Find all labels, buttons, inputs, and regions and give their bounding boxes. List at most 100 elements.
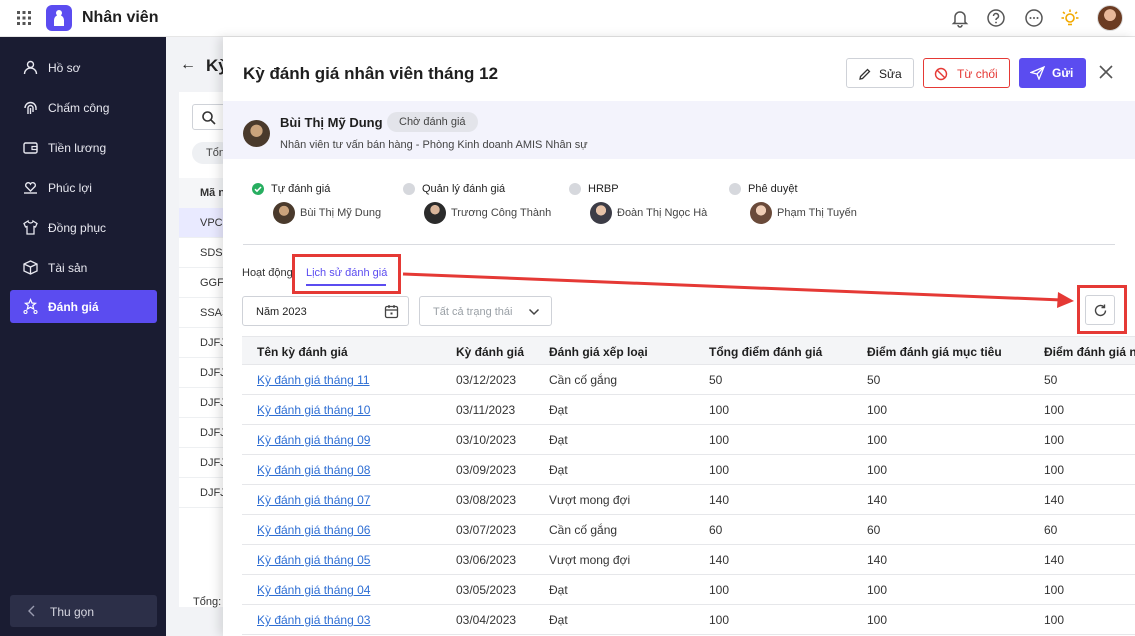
table-cell: Đạt	[549, 583, 568, 597]
status-badge: Chờ đánh giá	[387, 112, 478, 132]
sidebar-item-label: Tài sản	[48, 261, 88, 275]
back-arrow-icon[interactable]: ←	[180, 56, 196, 74]
table-cell: 03/12/2023	[456, 373, 517, 387]
reject-button[interactable]: Từ chối	[923, 58, 1010, 88]
sidebar-item-danh-gia[interactable]: Đánh giá	[10, 290, 157, 323]
sidebar: Hồ sơ Chấm công Tiền lương Phúc lợi Đồng…	[0, 37, 166, 636]
sidebar-item-ho-so[interactable]: Hồ sơ	[10, 51, 157, 84]
edit-button[interactable]: Sửa	[846, 58, 914, 88]
table-cell: 100	[709, 613, 730, 627]
table-row[interactable]: DJFJ	[179, 418, 229, 448]
table-row[interactable]: DJFJ	[179, 328, 229, 358]
tab-hoat-dong[interactable]: Hoạt động	[242, 267, 293, 279]
table-cell: 60	[867, 523, 881, 537]
send-button[interactable]: Gửi	[1019, 58, 1086, 88]
app-title: Nhân viên	[82, 9, 159, 26]
app-grid-icon[interactable]	[17, 11, 31, 25]
table-cell: 100	[1044, 613, 1065, 627]
sidebar-item-cham-cong[interactable]: Chấm công	[10, 91, 157, 124]
table-cell: 140	[1044, 553, 1065, 567]
bell-icon[interactable]	[950, 8, 970, 28]
employee-name: Bùi Thị Mỹ Dung	[280, 115, 383, 130]
table-row[interactable]: DJFJ	[179, 358, 229, 388]
table-row: Kỳ đánh giá tháng 09 03/10/2023 Đạt 100 …	[242, 425, 1135, 455]
edit-label: Sửa	[879, 67, 902, 81]
column-header: Kỳ đánh giá	[456, 345, 525, 359]
evaluation-link[interactable]: Kỳ đánh giá tháng 07	[257, 493, 370, 507]
evaluation-link[interactable]: Kỳ đánh giá tháng 08	[257, 463, 370, 477]
table-row[interactable]: VPCI	[179, 208, 229, 238]
column-header: Tên kỳ đánh giá	[257, 345, 348, 359]
table-cell: Đạt	[549, 613, 568, 627]
sidebar-item-label: Chấm công	[48, 101, 110, 115]
check-circle-icon	[252, 183, 264, 195]
evaluation-link[interactable]: Kỳ đánh giá tháng 06	[257, 523, 370, 537]
evaluation-link[interactable]: Kỳ đánh giá tháng 04	[257, 583, 370, 597]
table-cell: 140	[867, 493, 888, 507]
table-header: Tên kỳ đánh giá Kỳ đánh giá Đánh giá xếp…	[242, 336, 1135, 365]
column-header: Điểm đánh giá mục tiêu	[867, 345, 1002, 359]
table-row[interactable]: DJFJ	[179, 448, 229, 478]
evaluation-link[interactable]: Kỳ đánh giá tháng 09	[257, 433, 370, 447]
table-row[interactable]: GGF	[179, 268, 229, 298]
ban-icon	[934, 67, 948, 81]
table-cell: 140	[709, 493, 730, 507]
sidebar-item-tai-san[interactable]: Tài sản	[10, 251, 157, 284]
chevron-down-icon	[528, 308, 540, 316]
employee-summary: Bùi Thị Mỹ Dung Chờ đánh giá Nhân viên t…	[223, 101, 1135, 159]
table-cell: 140	[867, 553, 888, 567]
collapse-label: Thu gọn	[50, 605, 95, 619]
fingerprint-icon	[24, 101, 37, 114]
table-row[interactable]: SDS2	[179, 238, 229, 268]
table-row[interactable]: SSAS	[179, 298, 229, 328]
table-cell: 100	[867, 403, 888, 417]
highlight-box-history-tab	[292, 254, 401, 294]
sidebar-item-tien-luong[interactable]: Tiền lương	[10, 131, 157, 164]
highlight-box-refresh	[1077, 285, 1127, 334]
table-cell: 03/10/2023	[456, 433, 517, 447]
sidebar-item-dong-phuc[interactable]: Đồng phục	[10, 211, 157, 244]
table-cell: Cần cố gắng	[549, 523, 618, 537]
evaluation-link[interactable]: Kỳ đánh giá tháng 05	[257, 553, 370, 567]
step-person: Đoàn Thị Ngọc Hà	[617, 207, 708, 219]
lightbulb-icon[interactable]	[1060, 8, 1080, 28]
table-row: Kỳ đánh giá tháng 07 03/08/2023 Vượt mon…	[242, 485, 1135, 515]
status-filter-placeholder: Tất cả trạng thái	[433, 306, 513, 318]
employee-avatar	[243, 120, 270, 147]
step-person: Phạm Thị Tuyến	[777, 207, 857, 219]
search-icon	[202, 111, 216, 125]
table-cell: 03/07/2023	[456, 523, 517, 537]
table-cell: 03/04/2023	[456, 613, 517, 627]
person-logo-icon	[54, 10, 64, 26]
evaluation-link[interactable]: Kỳ đánh giá tháng 03	[257, 613, 370, 627]
table-row: Kỳ đánh giá tháng 10 03/11/2023 Đạt 100 …	[242, 395, 1135, 425]
table-row: Kỳ đánh giá tháng 05 03/06/2023 Vượt mon…	[242, 545, 1135, 575]
table-cell: 100	[709, 583, 730, 597]
pencil-icon	[859, 68, 871, 80]
year-filter[interactable]: Năm 2023	[242, 296, 409, 326]
help-icon[interactable]	[986, 8, 1006, 28]
table-row[interactable]: DJFJ	[179, 388, 229, 418]
user-avatar[interactable]	[1097, 5, 1123, 31]
step-avatar	[590, 202, 612, 224]
sidebar-item-phuc-loi[interactable]: Phúc lợi	[10, 171, 157, 204]
table-cell: Đạt	[549, 433, 568, 447]
table-row[interactable]: DJFJ	[179, 478, 229, 508]
close-icon[interactable]	[1099, 65, 1113, 79]
evaluation-link[interactable]: Kỳ đánh giá tháng 10	[257, 403, 370, 417]
more-options-icon[interactable]	[1024, 8, 1044, 28]
table-cell: 100	[709, 433, 730, 447]
table-row: Kỳ đánh giá tháng 03 03/04/2023 Đạt 100 …	[242, 605, 1135, 635]
status-filter-select[interactable]: Tất cả trạng thái	[419, 296, 552, 326]
evaluation-link[interactable]: Kỳ đánh giá tháng 11	[257, 373, 370, 387]
column-header: Đánh giá xếp loại	[549, 345, 648, 359]
table-cell: 03/08/2023	[456, 493, 517, 507]
calendar-icon[interactable]	[384, 304, 399, 319]
sidebar-item-label: Đánh giá	[48, 300, 99, 314]
table-cell: Đạt	[549, 403, 568, 417]
table-cell: 50	[867, 373, 881, 387]
collapse-sidebar-button[interactable]: Thu gọn	[10, 595, 157, 627]
column-header: Mã n	[179, 178, 229, 208]
sidebar-item-label: Tiền lương	[48, 141, 107, 155]
list-card: Tổn Mã n VPCI SDS2 GGF SSAS DJFJ DJFJ DJ…	[179, 92, 232, 607]
